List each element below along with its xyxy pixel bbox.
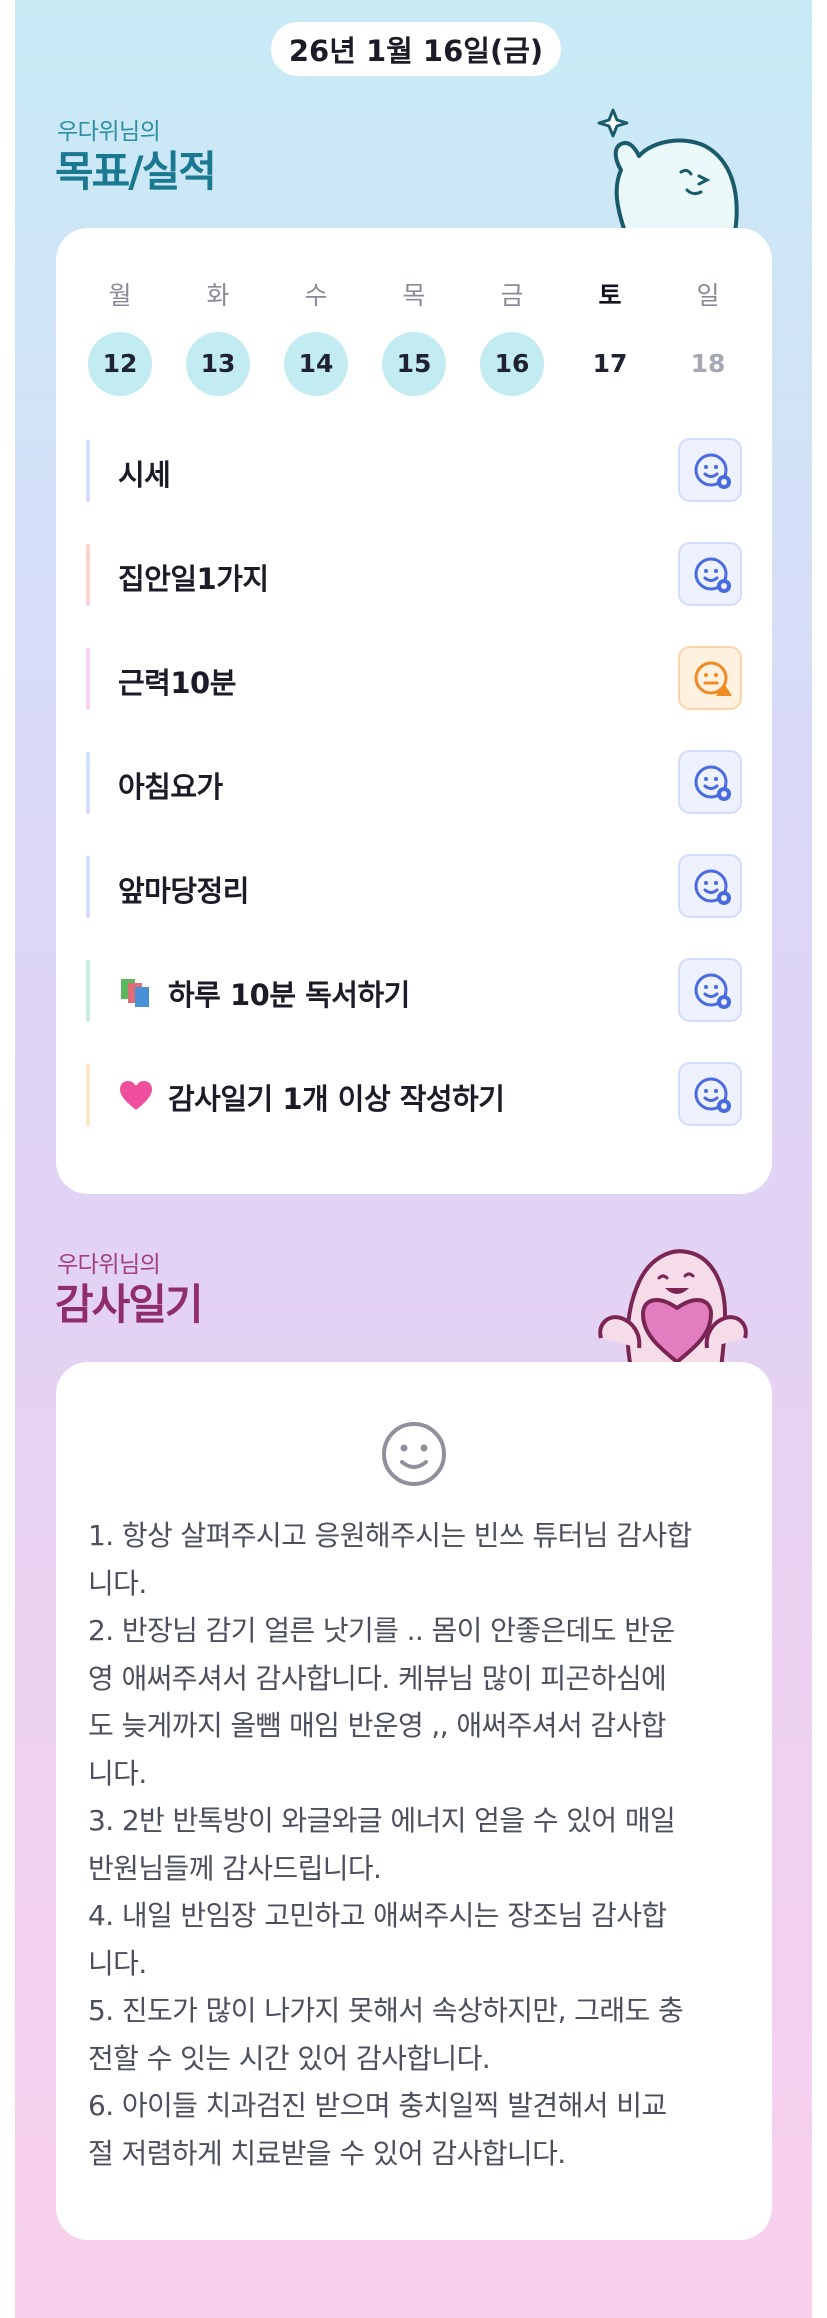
smile-check-icon <box>694 765 731 801</box>
goal-status-button[interactable] <box>678 1062 742 1126</box>
goal-color-bar <box>86 752 90 814</box>
goal-status-button[interactable] <box>678 542 742 606</box>
journal-line: 니다. <box>88 1566 147 1600</box>
day-number: 13 <box>186 332 250 396</box>
goal-item[interactable]: 하루 10분 독서하기 <box>86 958 742 1024</box>
goal-item[interactable]: 아침요가 <box>86 750 742 816</box>
journal-line: 니다. <box>88 1756 147 1790</box>
goal-label: 아침요가 <box>118 770 223 804</box>
goal-item[interactable]: 집안일1가지 <box>86 542 742 608</box>
journal-line: 3. 2반 반톡방이 와글와글 에너지 얻을 수 있어 매일 <box>88 1804 676 1837</box>
day-number: 17 <box>592 349 628 378</box>
journal-line: 절 저렴하게 치료받을 수 있어 감사합니다. <box>88 2136 566 2170</box>
goal-label: 감사일기 1개 이상 작성하기 <box>168 1082 505 1116</box>
journal-line: 반원님들께 감사드립니다. <box>88 1851 382 1885</box>
goal-color-bar <box>86 960 90 1022</box>
day-number: 16 <box>480 332 544 396</box>
weekday-label: 토 <box>598 281 622 310</box>
weekday-label: 일 <box>696 281 720 310</box>
journal-line: 영 애써주셔서 감사합니다. 케뷰님 많이 피곤하심에 <box>88 1661 667 1695</box>
goal-status-button[interactable] <box>678 750 742 814</box>
goal-status-button[interactable] <box>678 646 742 710</box>
neutral-warning-icon <box>694 661 732 696</box>
waving-ghost-mascot-icon <box>597 108 739 232</box>
smile-check-icon <box>694 557 731 593</box>
journal-line: 전할 수 잇는 시간 있어 감사합니다. <box>88 2041 491 2075</box>
goal-status-button[interactable] <box>678 854 742 918</box>
date-label: 26년 1월 16일(금) <box>288 34 544 68</box>
weekday-label: 수 <box>304 281 328 310</box>
weekday-label: 월 <box>108 281 132 310</box>
day-number: 18 <box>690 349 726 378</box>
gratitude-card: 1. 항상 살펴주시고 응원해주시는 빈쓰 튜터님 감사합 니다. 2. 반장님… <box>56 1362 772 2240</box>
goal-item[interactable]: 감사일기 1개 이상 작성하기 <box>86 1062 742 1128</box>
weekday-label: 화 <box>206 281 230 310</box>
goal-item[interactable]: 앞마당정리 <box>86 854 742 920</box>
smile-check-icon <box>694 869 731 905</box>
goal-label: 하루 10분 독서하기 <box>168 978 410 1012</box>
journal-line: 4. 내일 반임장 고민하고 애써주시는 장조님 감사합 <box>88 1899 667 1932</box>
journal-line: 니다. <box>88 1946 147 1980</box>
goal-item[interactable]: 근력10분 <box>86 646 742 712</box>
gratitude-section-title: 감사일기 <box>55 1280 204 1329</box>
weekday-label: 금 <box>500 281 524 310</box>
goal-status-button[interactable] <box>678 958 742 1022</box>
goal-label: 앞마당정리 <box>118 874 249 908</box>
goal-color-bar <box>86 648 90 710</box>
goal-status-button[interactable] <box>678 438 742 502</box>
journal-line: 5. 진도가 많이 나가지 못해서 속상하지만, 그래도 충 <box>88 1994 684 2027</box>
goal-label: 시세 <box>118 458 171 492</box>
goals-card: 월 12 화 13 수 14 목 15 금 16 토 17 일 18 시세 집안… <box>56 228 772 1194</box>
date-pill[interactable]: 26년 1월 16일(금) <box>271 22 561 76</box>
smile-check-icon <box>694 973 731 1009</box>
journal-line: 6. 아이들 치과검진 받으며 충치일찍 발견해서 비교 <box>88 2089 667 2122</box>
journal-line: 도 늦게까지 올뺌 매임 반운영 ,, 애써주셔서 감사합 <box>88 1709 667 1742</box>
journal-line: 2. 반장님 감기 얼른 낫기를 .. 몸이 안좋은데도 반운 <box>88 1614 675 1647</box>
smiley-face-icon <box>382 1422 446 1486</box>
day-number: 14 <box>284 332 348 396</box>
pink-heart-icon <box>120 1081 152 1110</box>
goal-color-bar <box>86 544 90 606</box>
day-number: 15 <box>382 332 446 396</box>
goal-label: 집안일1가지 <box>118 562 269 596</box>
page-background: 26년 1월 16일(금) 우다위님의 목표/실적 월 12 화 13 수 14… <box>15 0 812 2318</box>
goal-item[interactable]: 시세 <box>86 438 742 504</box>
heart-hugging-mascot-icon <box>598 1249 748 1368</box>
journal-line: 1. 항상 살펴주시고 응원해주시는 빈쓰 튜터님 감사합 <box>88 1519 692 1552</box>
goal-color-bar <box>86 440 90 502</box>
gratitude-journal-text: 1. 항상 살펴주시고 응원해주시는 빈쓰 튜터님 감사합 니다. 2. 반장님… <box>88 1512 748 2177</box>
books-icon <box>121 979 149 1007</box>
weekday-label: 목 <box>402 281 426 310</box>
smile-check-icon <box>694 453 731 489</box>
goals-section-title: 목표/실적 <box>55 147 217 196</box>
goal-color-bar <box>86 856 90 918</box>
day-number: 12 <box>88 332 152 396</box>
smile-check-icon <box>694 1077 731 1113</box>
goal-label: 근력10분 <box>118 666 236 700</box>
goal-color-bar <box>86 1064 90 1126</box>
